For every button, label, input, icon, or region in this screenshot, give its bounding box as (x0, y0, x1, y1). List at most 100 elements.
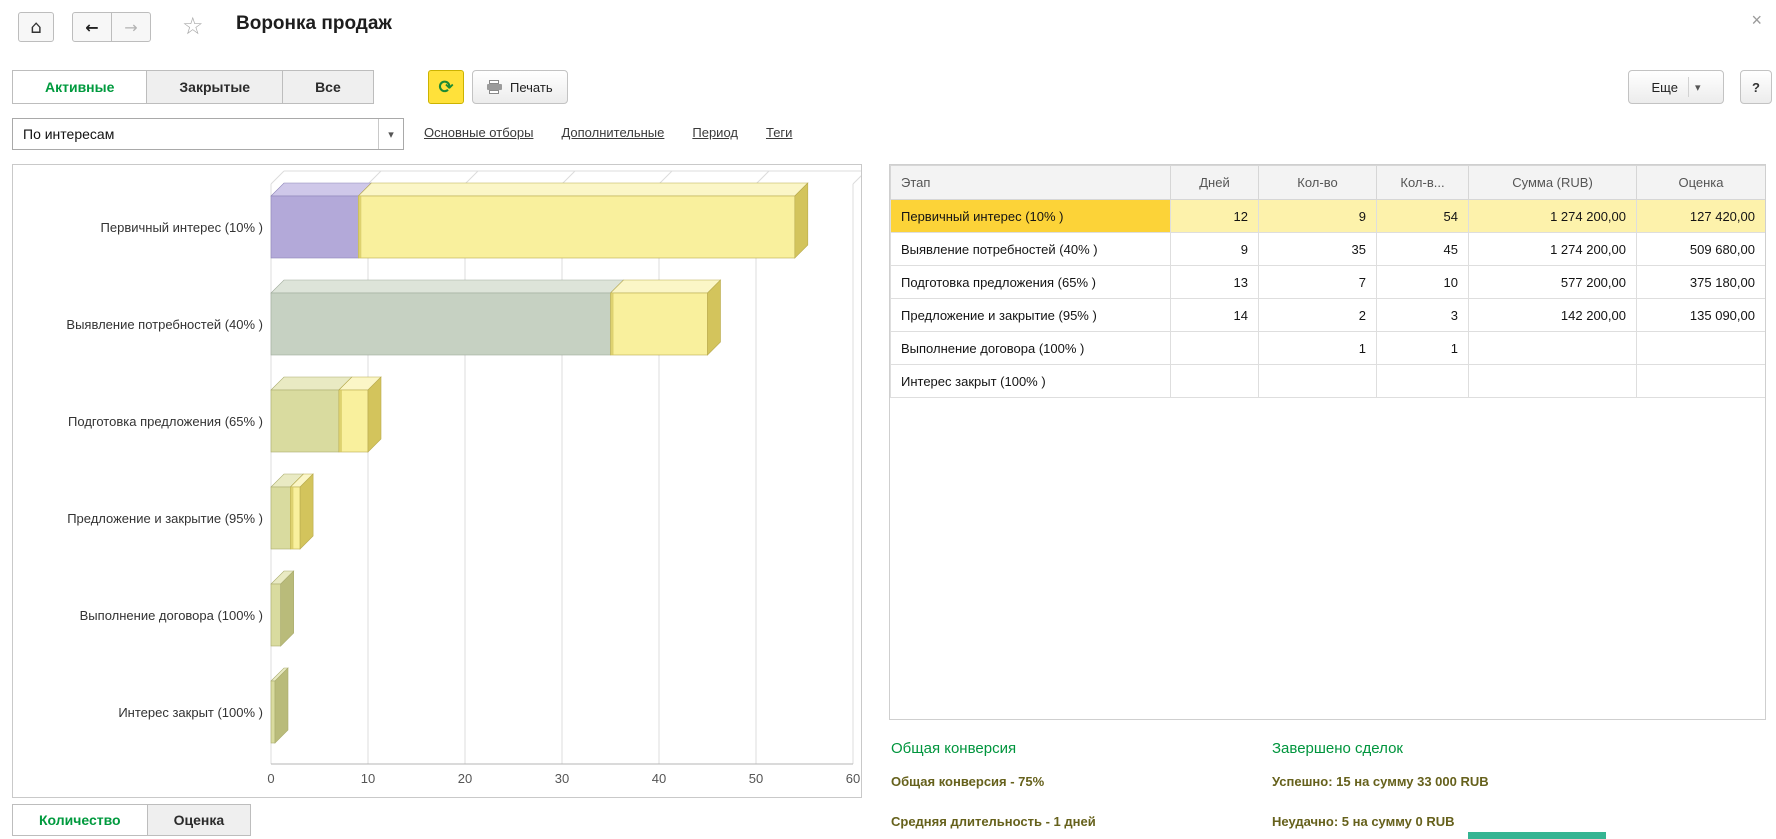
view-tab-all[interactable]: Все (282, 70, 374, 104)
cell-sum[interactable]: 1 274 200,00 (1469, 200, 1637, 233)
view-tab-closed[interactable]: Закрытые (146, 70, 283, 104)
cell-sum[interactable]: 142 200,00 (1469, 299, 1637, 332)
page-title: Воронка продаж (236, 13, 392, 35)
select-dropdown-button[interactable]: ▾ (378, 119, 403, 149)
table-row[interactable]: Интерес закрыт (100% ) (891, 365, 1766, 398)
cell-stage[interactable]: Подготовка предложения (65% ) (891, 266, 1171, 299)
favorite-star-icon[interactable]: ☆ (182, 12, 204, 42)
chart-tab-score[interactable]: Оценка (147, 804, 252, 836)
cell-days[interactable]: 13 (1171, 266, 1259, 299)
chart-mode-tabs: КоличествоОценка (12, 804, 251, 836)
cell-days[interactable]: 14 (1171, 299, 1259, 332)
cell-sum[interactable]: 1 274 200,00 (1469, 233, 1637, 266)
table-row[interactable]: Выявление потребностей (40% )935451 274 … (891, 233, 1766, 266)
chart-tab-quantity[interactable]: Количество (12, 804, 148, 836)
cell-stage[interactable]: Выполнение договора (100% ) (891, 332, 1171, 365)
refresh-button[interactable]: ⟳ (428, 70, 464, 104)
home-button[interactable]: ⌂ (18, 12, 54, 42)
column-header-sum[interactable]: Сумма (RUB) (1469, 166, 1637, 200)
cell-score[interactable]: 127 420,00 (1637, 200, 1766, 233)
category-label: Интерес закрыт (100% ) (118, 705, 263, 720)
cell-count-cum[interactable]: 1 (1377, 332, 1469, 365)
cell-count[interactable]: 2 (1259, 299, 1377, 332)
more-button[interactable]: Еще ▾ (1628, 70, 1724, 104)
back-arrow-icon: ← (85, 18, 98, 37)
column-header-stage[interactable]: Этап (891, 166, 1171, 200)
view-tab-active[interactable]: Активные (12, 70, 147, 104)
gridline-cap (271, 171, 284, 184)
bar-segment[interactable] (611, 293, 708, 355)
cell-sum[interactable] (1469, 332, 1637, 365)
bar-segment[interactable] (271, 293, 611, 355)
category-label: Выявление потребностей (40% ) (66, 317, 263, 332)
cell-stage[interactable]: Первичный интерес (10% ) (891, 200, 1171, 233)
filter-link-period[interactable]: Период (692, 125, 738, 140)
cell-count[interactable] (1259, 365, 1377, 398)
bar-segment[interactable] (271, 196, 358, 258)
gridline-cap (562, 171, 575, 184)
bar-segment[interactable] (271, 487, 290, 549)
column-header-count-cum[interactable]: Кол-в... (1377, 166, 1469, 200)
average-duration-line: Средняя длительность - 1 дней (891, 814, 1096, 829)
close-icon[interactable]: × (1751, 10, 1762, 31)
bar-side-face (708, 280, 721, 355)
cell-count-cum[interactable]: 3 (1377, 299, 1469, 332)
cell-count-cum[interactable] (1377, 365, 1469, 398)
cell-score[interactable] (1637, 365, 1766, 398)
help-button[interactable]: ? (1740, 70, 1772, 104)
cell-count[interactable]: 35 (1259, 233, 1377, 266)
cell-sum[interactable]: 577 200,00 (1469, 266, 1637, 299)
cell-score[interactable]: 375 180,00 (1637, 266, 1766, 299)
cell-stage[interactable]: Интерес закрыт (100% ) (891, 365, 1171, 398)
table-row[interactable]: Выполнение договора (100% ) 11 (891, 332, 1766, 365)
horizontal-scrollbar-thumb[interactable] (1468, 832, 1606, 839)
table-row[interactable]: Подготовка предложения (65% )13710577 20… (891, 266, 1766, 299)
bar-segment[interactable] (271, 681, 275, 743)
deals-success-line: Успешно: 15 на сумму 33 000 RUB (1272, 774, 1489, 789)
bar-segment[interactable] (339, 390, 368, 452)
cell-days[interactable]: 9 (1171, 233, 1259, 266)
column-header-days[interactable]: Дней (1171, 166, 1259, 200)
printer-icon (487, 80, 502, 94)
bar-segment[interactable] (271, 584, 281, 646)
column-header-score[interactable]: Оценка (1637, 166, 1766, 200)
cell-days[interactable] (1171, 332, 1259, 365)
bar-segment[interactable] (271, 390, 339, 452)
grouping-select[interactable]: По интересам ▾ (12, 118, 404, 150)
cell-score[interactable]: 135 090,00 (1637, 299, 1766, 332)
filter-link-additional[interactable]: Дополнительные (561, 125, 664, 140)
print-button[interactable]: Печать (472, 70, 568, 104)
cell-days[interactable]: 12 (1171, 200, 1259, 233)
axis-tick-label: 60 (846, 771, 860, 786)
filter-link-tags[interactable]: Теги (766, 125, 792, 140)
cell-count-cum[interactable]: 45 (1377, 233, 1469, 266)
cell-count[interactable]: 1 (1259, 332, 1377, 365)
table-row[interactable]: Предложение и закрытие (95% )1423142 200… (891, 299, 1766, 332)
conversion-total-line: Общая конверсия - 75% (891, 774, 1044, 789)
history-nav: ← → (72, 12, 151, 42)
cell-sum[interactable] (1469, 365, 1637, 398)
bar-side-face (368, 377, 381, 452)
cell-count[interactable]: 7 (1259, 266, 1377, 299)
divider (1688, 77, 1689, 97)
cell-count-cum[interactable]: 10 (1377, 266, 1469, 299)
cell-stage[interactable]: Предложение и закрытие (95% ) (891, 299, 1171, 332)
grouping-select-value: По интересам (13, 126, 378, 142)
cell-count[interactable]: 9 (1259, 200, 1377, 233)
bar-side-face (300, 474, 313, 549)
cell-stage[interactable]: Выявление потребностей (40% ) (891, 233, 1171, 266)
back-button[interactable]: ← (72, 12, 112, 42)
cell-score[interactable]: 509 680,00 (1637, 233, 1766, 266)
gridline-cap (465, 171, 478, 184)
axis-tick-label: 40 (652, 771, 666, 786)
cell-score[interactable] (1637, 332, 1766, 365)
column-header-count[interactable]: Кол-во (1259, 166, 1377, 200)
forward-button[interactable]: → (111, 12, 151, 42)
bar-segment[interactable] (358, 196, 795, 258)
cell-count-cum[interactable]: 54 (1377, 200, 1469, 233)
cell-days[interactable] (1171, 365, 1259, 398)
filter-link-main-filters[interactable]: Основные отборы (424, 125, 533, 140)
table-row[interactable]: Первичный интерес (10% )129541 274 200,0… (891, 200, 1766, 233)
bar-top-face (271, 183, 371, 196)
bar-side-face (281, 571, 294, 646)
